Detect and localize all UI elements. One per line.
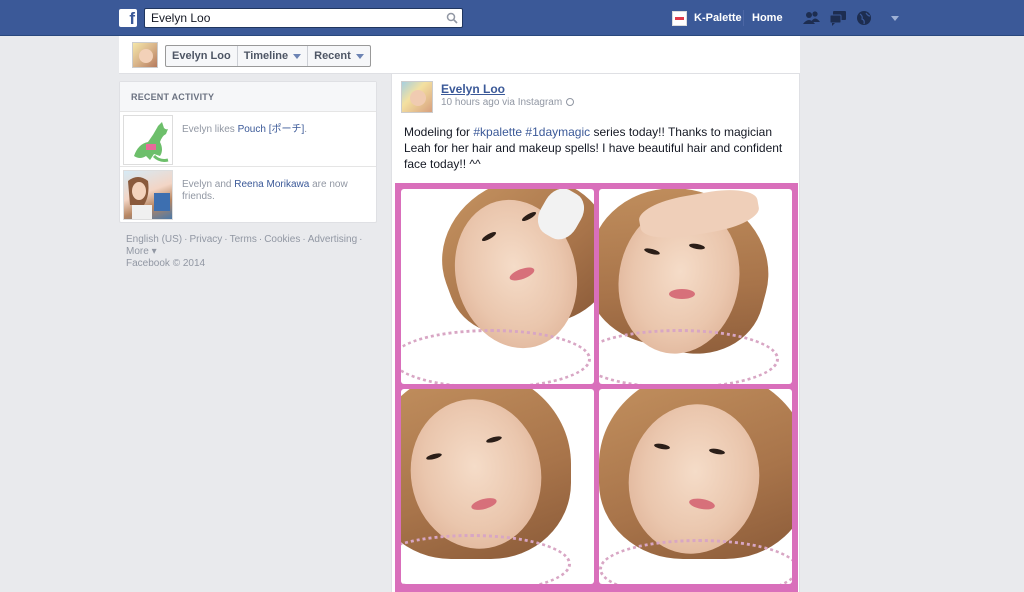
list-item: Evelyn and Reena Morikawa are now friend… (120, 167, 376, 222)
home-link[interactable]: Home (752, 12, 783, 24)
activity-prefix: Evelyn likes (182, 124, 238, 135)
nav-divider (743, 10, 744, 26)
activity-suffix: . (304, 124, 308, 135)
post-meta: 10 hours ago via Instagram (441, 97, 575, 108)
footer-link-language[interactable]: English (US) (126, 234, 182, 245)
timeline-post: Evelyn Loo 10 hours ago via Instagram Mo… (391, 74, 800, 592)
hashtag-1daymagic-link[interactable]: #1daymagic (525, 125, 590, 139)
footer-link-advertising[interactable]: Advertising (308, 234, 357, 245)
footer-links: English (US) · Privacy · Terms · Cookies · Adver… (126, 234, 363, 269)
hashtag-kpalette-link[interactable]: #kpalette (473, 125, 522, 139)
post-author-name[interactable]: Evelyn Loo (441, 82, 505, 96)
post-author-avatar[interactable] (401, 81, 433, 113)
post-text: Modeling for #kpalette #1daymagic series… (404, 124, 792, 172)
notifications-globe-icon[interactable] (855, 10, 873, 26)
timeline-header: Evelyn Loo Timeline Recent (119, 36, 800, 74)
footer-link-terms[interactable]: Terms (230, 234, 257, 245)
timeline-nav-buttons: Evelyn Loo Timeline Recent (165, 45, 371, 67)
post-photo-collage[interactable] (395, 183, 798, 592)
collage-photo-1[interactable] (401, 189, 594, 384)
search-box[interactable] (144, 8, 463, 28)
profile-name-button[interactable]: Evelyn Loo (166, 46, 238, 66)
recent-activity-heading: RECENT ACTIVITY (120, 82, 376, 112)
recent-dropdown-button[interactable]: Recent (308, 46, 370, 66)
activity-text: Evelyn likes Pouch [ポーチ]. (182, 124, 362, 136)
top-navigation-bar: f K-Palette Home (0, 0, 1024, 36)
footer-link-privacy[interactable]: Privacy (189, 234, 222, 245)
facebook-logo-icon[interactable]: f (119, 9, 137, 27)
reena-morikawa-link[interactable]: Reena Morikawa (234, 179, 309, 190)
friend-face-image (128, 177, 170, 219)
search-input[interactable] (145, 9, 435, 27)
post-timestamp[interactable]: 10 hours ago via Instagram (441, 97, 562, 108)
profile-name-label: Evelyn Loo (172, 50, 231, 62)
friend-requests-icon[interactable] (803, 10, 821, 26)
footer-copyright: Facebook © 2014 (126, 258, 206, 269)
k-palette-link[interactable]: K-Palette (694, 12, 742, 24)
post-text-part: Modeling for (404, 125, 474, 139)
timeline-dropdown-button[interactable]: Timeline (238, 46, 309, 66)
footer-link-more[interactable]: More (126, 246, 149, 257)
account-menu-chevron-down-icon[interactable] (891, 16, 899, 21)
friend-photo-thumbnail[interactable] (123, 170, 173, 220)
activity-text: Evelyn and Reena Morikawa are now friend… (182, 179, 362, 203)
chevron-down-icon (355, 53, 364, 59)
collage-photo-3[interactable] (401, 389, 594, 584)
recent-activity-panel: RECENT ACTIVITY Evelyn likes Pouch [ポーチ]… (119, 81, 377, 223)
collage-photo-4[interactable] (599, 389, 792, 584)
profile-avatar[interactable] (132, 42, 158, 68)
kangaroo-logo-icon (134, 122, 169, 162)
recent-label: Recent (314, 50, 351, 62)
chevron-down-icon (293, 53, 302, 59)
activity-prefix: Evelyn and (182, 179, 235, 190)
privacy-globe-icon[interactable] (566, 98, 575, 106)
pouch-page-link[interactable]: Pouch [ポーチ] (238, 124, 305, 135)
collage-photo-2[interactable] (599, 189, 792, 384)
list-item: Evelyn likes Pouch [ポーチ]. (120, 112, 376, 167)
footer-link-cookies[interactable]: Cookies (264, 234, 300, 245)
k-palette-page-icon[interactable] (672, 11, 687, 26)
messages-icon[interactable] (829, 10, 847, 26)
chevron-down-icon: ▾ (148, 246, 157, 257)
search-icon[interactable] (446, 12, 458, 24)
pouch-page-thumbnail[interactable] (123, 115, 173, 165)
timeline-label: Timeline (243, 50, 289, 62)
